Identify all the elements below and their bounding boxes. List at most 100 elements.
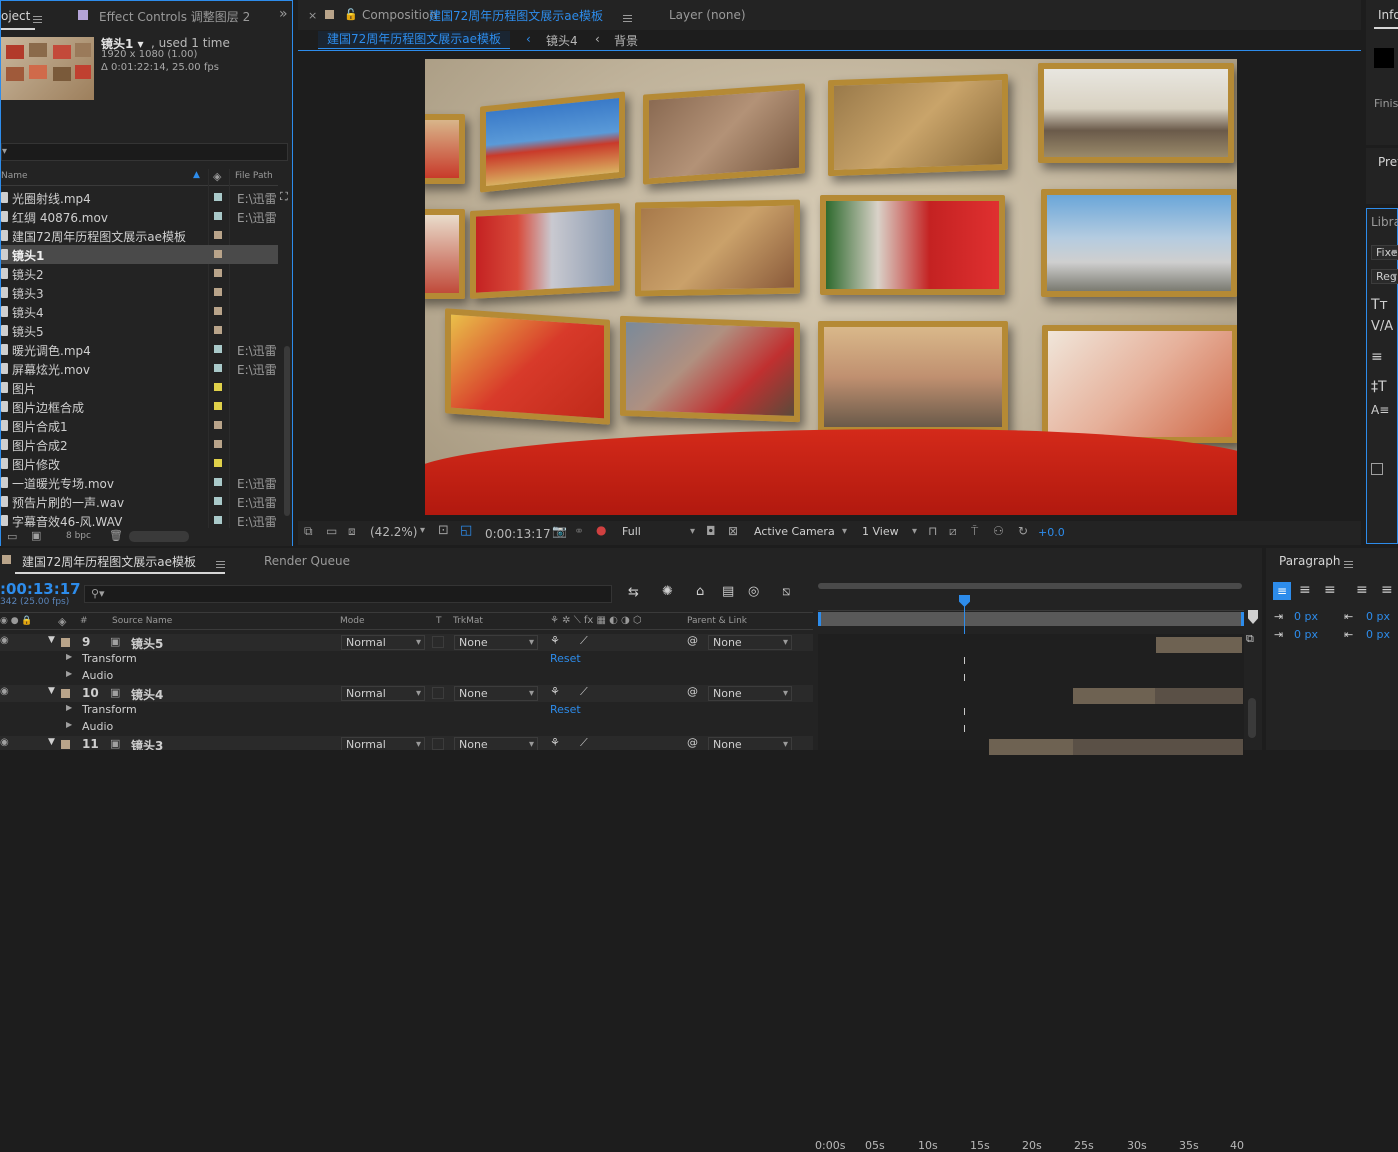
reset-exposure-icon[interactable]: ↻ [1018,524,1028,538]
exposure-value[interactable]: +0.0 [1038,526,1065,539]
quality-switch-icon[interactable]: ⟋ [580,736,588,750]
project-item[interactable]: 镜头2 [1,264,278,283]
reset-link[interactable]: Reset [550,703,581,716]
col-trkmat[interactable]: TrkMat [453,616,483,626]
checkbox[interactable] [1371,463,1383,475]
label-color-swatch[interactable] [214,326,222,334]
mode-select[interactable]: Normal [341,635,425,650]
project-item[interactable]: 图片修改 [1,454,278,473]
timeline-menu-icon[interactable] [216,561,225,568]
project-item[interactable]: 图片合成1 [1,416,278,435]
zoom-slider[interactable] [129,531,189,542]
tab-project[interactable]: oject [1,9,30,23]
region-of-interest-icon[interactable]: ◘ [706,524,716,538]
col-file-path[interactable]: File Path [235,171,273,181]
shy-switch-icon[interactable]: ⚘ [550,634,560,647]
trkmat-select[interactable]: None [454,686,538,701]
label-color-swatch[interactable] [214,288,222,296]
trash-icon[interactable]: 🗑 [109,529,123,542]
frame-blending-icon[interactable]: ▤ [722,584,734,599]
label-color-swatch[interactable] [214,478,222,486]
monitor-icon[interactable]: ▭ [326,524,337,538]
camera-icon[interactable]: 📷 [552,524,567,538]
label-color-swatch[interactable] [214,402,222,410]
project-item[interactable]: 镜头3 [1,283,278,302]
view-layout-select[interactable]: 1 View [858,525,920,540]
indent-left-value[interactable]: 0 px [1294,610,1318,623]
shy-switch-icon[interactable]: ⚘ [550,736,560,749]
reset-link[interactable]: Reset [550,652,581,665]
lock-icon[interactable]: 🔓 [344,8,358,21]
paragraph-menu-icon[interactable] [1344,561,1353,568]
comp-mini-flowchart-icon[interactable]: ⇆ [628,585,639,600]
stroke-icon[interactable]: ≡ [1371,349,1383,365]
justify-center-button[interactable]: ≡ [1381,582,1393,598]
parent-select[interactable]: None [708,686,792,701]
label-color-swatch[interactable] [214,383,222,391]
keyframe-marker[interactable]: I [963,707,966,718]
timeline-current-time[interactable]: :00:13:17 [0,580,81,598]
align-right-button[interactable]: ≡ [1324,582,1336,598]
layer-bar-10[interactable] [1073,688,1155,704]
label-color-swatch[interactable] [61,740,70,749]
col-mode[interactable]: Mode [340,616,365,626]
label-color-swatch[interactable] [214,345,222,353]
breadcrumb-item[interactable]: 镜头4 [546,32,578,49]
snapshot-icon[interactable]: ⚭ [574,524,584,538]
layer-property-row[interactable]: ▶ Audio [0,719,813,736]
label-color-swatch[interactable] [214,269,222,277]
tab-info[interactable]: Info [1378,8,1398,22]
video-switch-icon[interactable]: ◉ [0,686,9,697]
comp-button-icon[interactable]: ⧉ [1246,632,1254,646]
shy-switch-icon[interactable]: ⚘ [550,685,560,698]
space-after-value[interactable]: 0 px [1366,628,1390,641]
parent-select[interactable]: None [708,635,792,650]
label-color-swatch[interactable] [61,689,70,698]
font-style-select[interactable]: Reg [1371,269,1398,284]
project-item[interactable]: 镜头4 [1,302,278,321]
video-switch-icon[interactable]: ◉ [0,635,9,646]
tab-render-queue[interactable]: Render Queue [264,554,350,568]
quality-switch-icon[interactable]: ⟋ [580,634,588,648]
resolution-select[interactable]: Full [618,525,698,540]
draft-3d-icon[interactable]: ✺ [662,584,673,599]
project-item[interactable]: 图片 [1,378,278,397]
twirl-down-icon[interactable]: ▼ [48,635,55,645]
twirl-down-icon[interactable]: ▼ [48,737,55,747]
layer-name[interactable]: 镜头4 [131,686,163,703]
transparency-grid-icon[interactable]: ⊠ [728,524,738,538]
end-marker-icon[interactable] [1248,610,1258,624]
tab-paragraph[interactable]: Paragraph [1279,554,1340,568]
tab-libraries[interactable]: Librari [1371,215,1398,229]
tab-composition[interactable]: Composition [362,8,437,22]
breadcrumb-item[interactable]: 背景 [614,32,638,49]
tab-comp-name[interactable]: 建国72周年历程图文展示ae模板 [429,7,603,24]
label-color-swatch[interactable] [214,307,222,315]
shy-layers-icon[interactable]: ⌂ [696,584,704,599]
work-area-bar[interactable] [818,583,1242,589]
camera-select[interactable]: Active Camera [750,525,850,540]
project-item[interactable]: 建国72周年历程图文展示ae模板 [1,226,278,245]
fit-icon[interactable]: ⊡ [438,523,449,538]
justify-left-button[interactable]: ≡ [1356,582,1368,598]
label-color-swatch[interactable] [214,421,222,429]
preserve-transparency-checkbox[interactable] [432,687,444,699]
label-color-swatch[interactable] [214,440,222,448]
chevron-down-icon[interactable]: ▾ [420,525,425,536]
comp-viewer[interactable] [425,59,1237,515]
keyframe-marker[interactable]: I [963,724,966,735]
label-color-swatch[interactable] [214,212,222,220]
project-item[interactable]: 红绸 40876.mov E:\迅雷 [1,207,278,226]
font-size-icon[interactable]: Tт [1371,297,1388,313]
project-item[interactable]: 光圈射线.mp4 E:\迅雷 [1,188,278,207]
project-item[interactable]: 镜头1 [1,245,278,264]
preserve-transparency-checkbox[interactable] [432,636,444,648]
project-scrollbar[interactable] [284,346,290,516]
close-icon[interactable]: × [308,9,317,22]
tab-preview[interactable]: Prev [1378,155,1398,169]
parent-select[interactable]: None [708,737,792,750]
layer-bar-9[interactable] [1156,637,1242,653]
timeline-nav-bar[interactable] [818,612,1244,626]
expand-arrow-icon[interactable]: ▶ [66,720,72,729]
pickwhip-icon[interactable]: @ [687,685,698,698]
